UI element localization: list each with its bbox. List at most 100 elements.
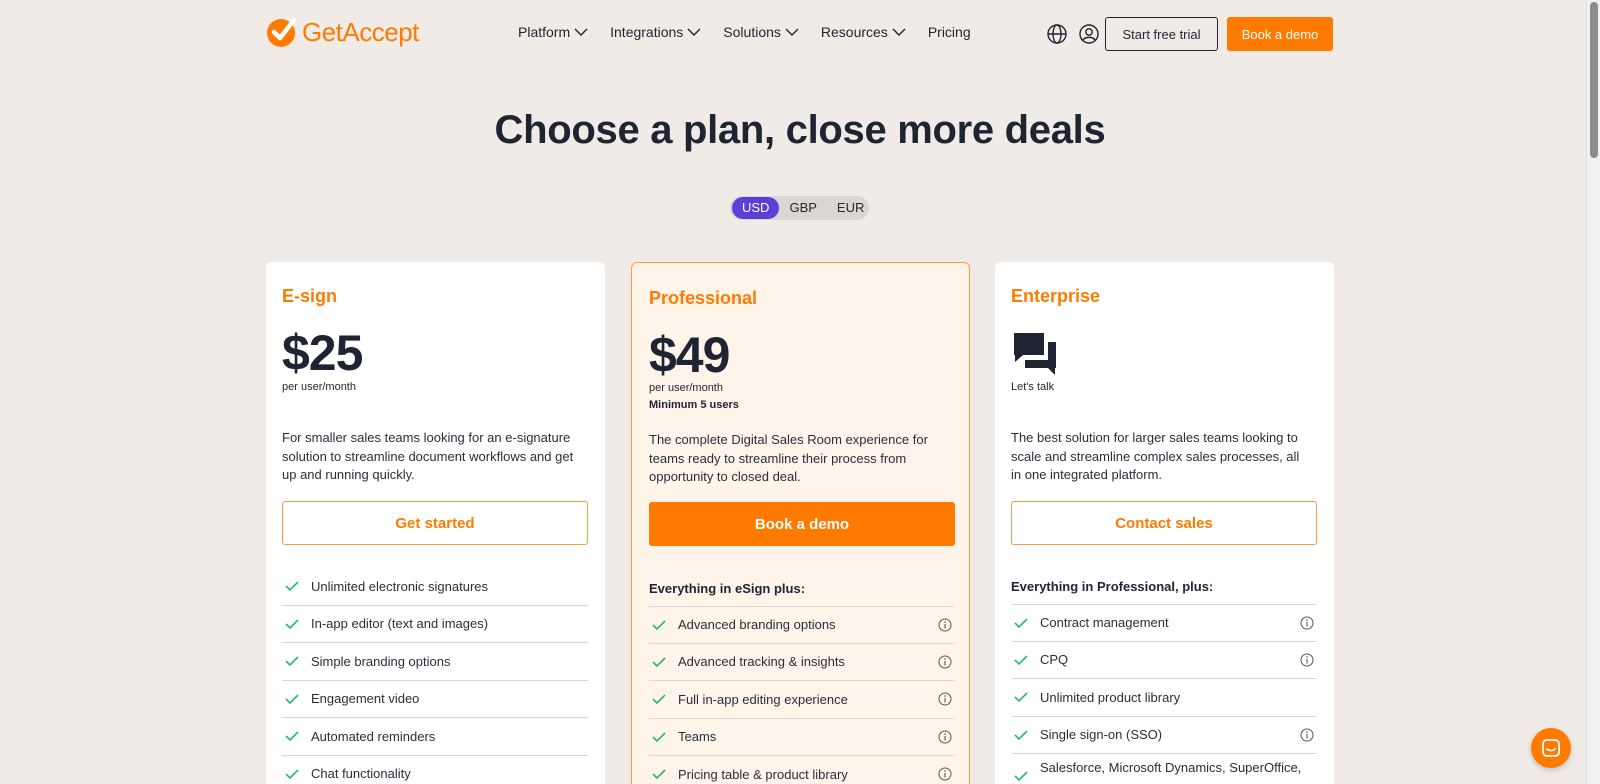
globe-icon[interactable] bbox=[1046, 23, 1068, 45]
book-demo-header-button[interactable]: Book a demo bbox=[1227, 17, 1333, 51]
getaccept-logo[interactable]: GetAccept bbox=[266, 16, 419, 48]
feature-item: Teams bbox=[649, 719, 955, 756]
plan-name: E-sign bbox=[282, 286, 338, 306]
nav-label: Solutions bbox=[723, 24, 781, 40]
scrollbar-thumb[interactable] bbox=[1590, 2, 1598, 158]
feature-item: CPQ bbox=[1011, 642, 1317, 679]
feature-list: Unlimited electronic signatures In-app e… bbox=[282, 568, 588, 784]
page-title: Choose a plan, close more deals bbox=[494, 108, 1106, 152]
chevron-down-icon bbox=[687, 28, 701, 36]
plan-card-professional: Professional $49 per user/month Minimum … bbox=[631, 262, 970, 784]
check-icon bbox=[285, 769, 299, 779]
check-icon bbox=[652, 694, 666, 705]
logo-wordmark: GetAccept bbox=[302, 17, 419, 47]
nav-integrations[interactable]: Integrations bbox=[610, 24, 701, 40]
feature-label: Teams bbox=[678, 729, 717, 745]
feature-item: In-app editor (text and images) bbox=[282, 606, 588, 643]
info-icon[interactable] bbox=[938, 730, 952, 744]
feature-label: Simple branding options bbox=[311, 653, 451, 669]
price-period: Let's talk bbox=[1011, 381, 1055, 393]
chat-launcher-button[interactable] bbox=[1531, 728, 1571, 768]
feature-list: Advanced branding options Advanced track… bbox=[649, 606, 955, 784]
feature-label: CPQ bbox=[1040, 652, 1069, 668]
currency-eur[interactable]: EUR bbox=[827, 197, 874, 219]
start-free-trial-button[interactable]: Start free trial bbox=[1105, 17, 1218, 51]
check-icon bbox=[1014, 692, 1028, 703]
feature-label: Pricing table & product library bbox=[678, 766, 848, 782]
check-icon bbox=[1014, 618, 1028, 628]
minimum-users: Minimum 5 users bbox=[649, 399, 739, 411]
feature-label: Automated reminders bbox=[311, 728, 436, 744]
feature-label: Salesforce, Microsoft Dynamics, SuperOff… bbox=[1040, 760, 1302, 775]
feature-item: Contract management bbox=[1011, 604, 1317, 642]
feature-item: Unlimited product library bbox=[1011, 679, 1317, 717]
check-icon bbox=[1014, 771, 1028, 782]
nav-label: Integrations bbox=[610, 24, 684, 40]
info-icon[interactable] bbox=[1300, 616, 1314, 630]
feature-item: Automated reminders bbox=[282, 718, 588, 756]
chevron-down-icon bbox=[785, 28, 799, 36]
check-icon bbox=[285, 731, 299, 742]
plan-card-esign: E-sign $25 per user/month For smaller sa… bbox=[266, 262, 605, 784]
feature-label: Unlimited product library bbox=[1040, 689, 1181, 705]
plan-card-enterprise: Enterprise Let's talk The best solution … bbox=[995, 262, 1334, 784]
nav-label: Resources bbox=[820, 24, 888, 40]
chat-bubbles-icon bbox=[1014, 333, 1056, 375]
main-nav: Platform Integrations Solutions Resource… bbox=[518, 24, 993, 40]
currency-gbp[interactable]: GBP bbox=[779, 197, 826, 219]
currency-toggle: USD GBP EUR bbox=[730, 196, 869, 220]
feature-item: Chat functionality bbox=[282, 756, 588, 784]
check-icon bbox=[285, 581, 299, 592]
info-icon[interactable] bbox=[938, 655, 952, 669]
info-icon[interactable] bbox=[1300, 653, 1314, 667]
page-scrollbar[interactable] bbox=[1586, 0, 1600, 784]
feature-item: Engagement video bbox=[282, 681, 588, 718]
feature-label: Advanced branding options bbox=[678, 617, 836, 633]
nav-label: Platform bbox=[518, 24, 571, 40]
features-heading: Everything in eSign plus: bbox=[649, 581, 806, 596]
check-icon bbox=[652, 769, 666, 780]
nav-pricing[interactable]: Pricing bbox=[928, 24, 971, 40]
feature-label: Chat functionality bbox=[311, 766, 411, 782]
feature-label: Advanced tracking & insights bbox=[678, 654, 845, 670]
chevron-down-icon bbox=[892, 28, 906, 36]
info-icon[interactable] bbox=[938, 618, 952, 632]
nav-platform[interactable]: Platform bbox=[518, 24, 588, 40]
chevron-down-icon bbox=[574, 28, 588, 36]
check-icon bbox=[285, 694, 299, 704]
contact-sales-button[interactable]: Contact sales bbox=[1011, 501, 1317, 545]
feature-label: Single sign-on (SSO) bbox=[1040, 727, 1163, 743]
check-icon bbox=[285, 619, 299, 629]
check-icon bbox=[1014, 730, 1028, 740]
nav-label: Pricing bbox=[927, 24, 971, 40]
get-started-button[interactable]: Get started bbox=[282, 501, 588, 545]
nav-resources[interactable]: Resources bbox=[821, 24, 906, 40]
feature-item: Unlimited electronic signatures bbox=[282, 568, 588, 606]
currency-usd[interactable]: USD bbox=[732, 197, 780, 219]
features-heading: Everything in Professional, plus: bbox=[1011, 579, 1214, 594]
site-header: GetAccept Platform Integrations Solution… bbox=[0, 0, 1586, 68]
check-icon bbox=[652, 620, 666, 630]
user-icon[interactable] bbox=[1078, 23, 1100, 45]
price-period: per user/month bbox=[282, 381, 356, 393]
check-icon bbox=[285, 656, 299, 667]
feature-label: Engagement video bbox=[311, 691, 420, 707]
check-icon bbox=[1014, 655, 1028, 665]
feature-label: Unlimited electronic signatures bbox=[311, 578, 489, 594]
feature-item: Salesforce, Microsoft Dynamics, SuperOff… bbox=[1011, 754, 1317, 784]
info-icon[interactable] bbox=[938, 767, 952, 781]
feature-label: Full in-app editing experience bbox=[678, 691, 848, 707]
feature-list: Contract management CPQ Unlimited produc… bbox=[1011, 604, 1317, 784]
info-icon[interactable] bbox=[938, 692, 952, 706]
plan-price: $25 bbox=[282, 325, 363, 381]
feature-item: Advanced branding options bbox=[649, 606, 955, 644]
check-icon bbox=[652, 732, 666, 742]
info-icon[interactable] bbox=[1300, 728, 1314, 742]
feature-item: Simple branding options bbox=[282, 643, 588, 681]
feature-item: Full in-app editing experience bbox=[649, 681, 955, 719]
feature-label: Contract management bbox=[1040, 615, 1169, 631]
nav-solutions[interactable]: Solutions bbox=[723, 24, 799, 40]
header-icons bbox=[1046, 23, 1100, 45]
book-demo-button[interactable]: Book a demo bbox=[649, 502, 955, 546]
feature-item: Single sign-on (SSO) bbox=[1011, 717, 1317, 754]
